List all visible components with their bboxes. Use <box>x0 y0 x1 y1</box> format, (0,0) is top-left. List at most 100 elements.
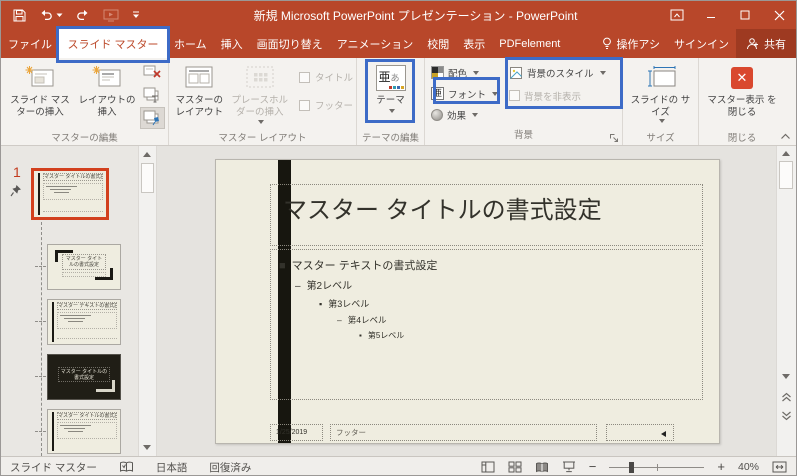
dialog-launcher-icon[interactable] <box>609 133 619 143</box>
slide-sparkle-icon <box>25 64 55 92</box>
background-styles-button[interactable]: 背景のスタイル <box>506 62 609 83</box>
tab-transitions[interactable]: 画面切り替え <box>250 29 330 58</box>
footer-text: フッター <box>336 427 366 438</box>
fit-to-window-icon[interactable] <box>772 461 787 473</box>
next-slide-icon[interactable] <box>781 410 792 421</box>
bullet-marker: ▪ <box>319 299 322 309</box>
checkbox-icon <box>299 72 310 83</box>
master-layout-button[interactable]: マスターのレイアウト <box>172 60 226 132</box>
scroll-up-icon[interactable] <box>782 151 790 156</box>
dropdown-caret <box>659 119 665 123</box>
tab-slide-master[interactable]: スライド マスター <box>59 29 167 58</box>
background-style-column: 背景のスタイル 背景を非表示 <box>506 60 609 106</box>
title-bar: 新規 Microsoft PowerPoint プレゼンテーション - Powe… <box>1 1 796 29</box>
fonts-icon: 亜 <box>431 87 444 100</box>
scroll-down-icon[interactable] <box>782 374 790 379</box>
tab-pdfelement[interactable]: PDFelement <box>492 29 567 58</box>
zoom-level[interactable]: 40% <box>738 461 759 473</box>
title-placeholder[interactable]: マスター タイトルの書式設定 <box>270 184 703 246</box>
slide-sorter-view-icon[interactable] <box>508 461 522 473</box>
zoom-slider-thumb[interactable] <box>629 462 634 473</box>
redo-icon[interactable] <box>76 9 90 21</box>
ribbon-display-options-icon[interactable] <box>660 1 694 29</box>
tab-file[interactable]: ファイル <box>1 29 59 58</box>
tree-stub <box>35 321 46 322</box>
scrollbar-thumb[interactable] <box>141 163 154 193</box>
proofing-icon[interactable] <box>119 461 134 473</box>
window-title: 新規 Microsoft PowerPoint プレゼンテーション - Powe… <box>179 7 652 24</box>
bullet-marker: ▪ <box>359 331 362 340</box>
thumbnail-scrollbar[interactable] <box>138 146 157 456</box>
tab-view[interactable]: 表示 <box>456 29 492 58</box>
customize-qat-icon[interactable] <box>132 11 140 19</box>
preserve-master-icon[interactable] <box>140 107 165 129</box>
tell-me-box[interactable]: 操作アシ <box>595 29 667 58</box>
sign-in-button[interactable]: サインイン <box>667 29 736 58</box>
thumbnail-two-content-layout[interactable]: マスター タイトルの書式設定 <box>47 409 121 454</box>
themes-button[interactable]: 亜あ テーマ <box>361 60 421 132</box>
minimize-icon[interactable] <box>694 1 728 29</box>
collapse-ribbon-icon[interactable] <box>780 133 791 140</box>
reading-view-icon[interactable] <box>535 462 549 473</box>
group-label-size: サイズ <box>623 132 698 145</box>
vertical-scrollbar[interactable] <box>776 146 796 456</box>
tab-home[interactable]: ホーム <box>167 29 214 58</box>
maximize-icon[interactable] <box>728 1 762 29</box>
thumbnail-content-layout[interactable]: マスター テキストの書式設定 <box>47 299 121 345</box>
bullet-marker: – <box>337 315 342 325</box>
recovered-status: 回復済み <box>209 460 251 475</box>
dropdown-caret <box>472 113 478 117</box>
bullet-level-3: 第3レベル <box>328 297 369 310</box>
rename-slide-icon[interactable] <box>140 84 165 106</box>
body-placeholder[interactable]: ■マスター テキストの書式設定 –第2レベル ▪第3レベル –第4レベル ▪第5… <box>270 249 703 400</box>
share-button[interactable]: 共有 <box>736 29 796 58</box>
slide-size-button[interactable]: スライドの サイズ <box>628 60 694 132</box>
view-status: スライド マスター <box>10 460 97 475</box>
thumbnail-slide-master-selected[interactable]: マスター タイトルの書式設定 <box>31 168 109 220</box>
slide-master-editing-surface[interactable]: マスター タイトルの書式設定 ■マスター テキストの書式設定 –第2レベル ▪第… <box>215 159 720 444</box>
slideshow-view-icon[interactable] <box>562 461 576 473</box>
scroll-up-icon[interactable] <box>143 152 151 157</box>
close-master-view-button[interactable]: ✕ マスター表示 を閉じる <box>704 60 780 132</box>
normal-view-icon[interactable] <box>481 461 495 473</box>
bullet-level-1: マスター テキストの書式設定 <box>292 257 438 273</box>
insert-placeholder-button: プレースホルダーの挿入 <box>226 60 293 132</box>
close-icon[interactable] <box>762 1 796 29</box>
zoom-in-button[interactable]: + <box>717 462 725 472</box>
tell-me-label: 操作アシ <box>616 36 660 52</box>
footer-placeholder[interactable]: フッター <box>330 424 597 441</box>
zoom-slider[interactable] <box>609 467 704 468</box>
colors-button[interactable]: 配色 <box>428 62 498 83</box>
zoom-out-button[interactable]: − <box>589 462 597 472</box>
slide-number-placeholder[interactable] <box>606 424 674 441</box>
layout-sparkle-icon <box>92 64 122 92</box>
slide-canvas: マスター タイトルの書式設定 ■マスター テキストの書式設定 –第2レベル ▪第… <box>157 146 776 456</box>
effects-button[interactable]: 効果 <box>428 104 498 125</box>
layout-checkboxes: タイトル フッター <box>299 60 353 112</box>
title-checkbox-label: タイトル <box>315 70 353 84</box>
scroll-down-icon[interactable] <box>143 445 151 450</box>
group-label-edit-master: マスターの編集 <box>1 132 168 145</box>
save-icon[interactable] <box>13 9 26 22</box>
language-status[interactable]: 日本語 <box>156 460 188 475</box>
thumbnail-section-header-layout[interactable]: マスター タイトルの書式設定 <box>47 354 121 400</box>
master-layout-icon <box>185 64 213 92</box>
insert-layout-button[interactable]: レイアウトの挿入 <box>76 60 138 132</box>
tab-animations[interactable]: アニメーション <box>330 29 421 58</box>
insert-slide-master-button[interactable]: スライド マスターの挿入 <box>4 60 76 132</box>
undo-icon[interactable] <box>39 9 63 21</box>
theme-variant-column: 配色 亜 フォント 効果 <box>428 60 498 125</box>
thumb-title: マスター タイトルの書式設定 <box>58 367 110 382</box>
previous-slide-icon[interactable] <box>781 392 792 403</box>
master-layout-label: マスターのレイアウト <box>174 95 224 118</box>
ribbon-tab-bar: ファイル スライド マスター ホーム 挿入 画面切り替え アニメーション 校閲 … <box>1 29 796 58</box>
tab-review[interactable]: 校閲 <box>420 29 456 58</box>
group-background: 配色 亜 フォント 効果 <box>425 58 623 145</box>
tab-insert[interactable]: 挿入 <box>214 29 250 58</box>
scrollbar-thumb[interactable] <box>779 161 793 189</box>
delete-slide-icon[interactable] <box>140 61 165 83</box>
date-placeholder[interactable]: 1/25/2019 <box>270 424 323 441</box>
thumbnail-title-layout[interactable]: マスター タイトルの書式設定 <box>47 244 121 290</box>
fonts-button[interactable]: 亜 フォント <box>428 83 498 104</box>
group-label-background: 背景 <box>425 129 622 145</box>
